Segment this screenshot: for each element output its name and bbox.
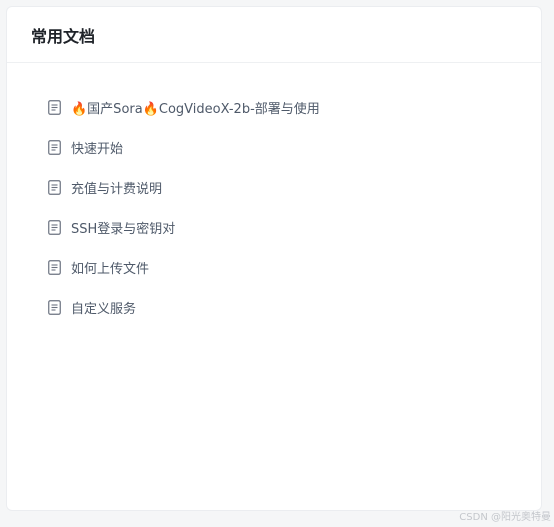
document-icon [48,139,61,155]
panel-title: 常用文档 [31,26,96,46]
doc-item-custom-service[interactable]: 自定义服务 [48,287,320,327]
doc-item-upload[interactable]: 如何上传文件 [48,247,320,287]
document-icon [48,179,61,195]
document-icon [48,299,61,315]
document-icon [48,99,61,115]
panel-header: 常用文档 [7,7,541,63]
doc-item-cogvideox[interactable]: 🔥国产Sora🔥CogVideoX-2b-部署与使用 [48,87,320,127]
doc-link-label[interactable]: 快速开始 [71,138,123,157]
common-docs-panel: 常用文档 🔥国产Sora🔥CogVideoX-2b-部署与使用 快速开始 充值与… [6,6,542,511]
document-icon [48,259,61,275]
doc-item-ssh[interactable]: SSH登录与密钥对 [48,207,320,247]
doc-list: 🔥国产Sora🔥CogVideoX-2b-部署与使用 快速开始 充值与计费说明 [48,87,320,327]
doc-item-quick-start[interactable]: 快速开始 [48,127,320,167]
doc-link-label[interactable]: SSH登录与密钥对 [71,218,175,237]
doc-link-label[interactable]: 自定义服务 [71,298,136,317]
doc-link-label[interactable]: 🔥国产Sora🔥CogVideoX-2b-部署与使用 [71,98,320,117]
doc-item-billing[interactable]: 充值与计费说明 [48,167,320,207]
doc-link-label[interactable]: 如何上传文件 [71,258,149,277]
doc-link-label[interactable]: 充值与计费说明 [71,178,162,197]
document-icon [48,219,61,235]
csdn-watermark: CSDN @阳光奥特曼 [459,512,551,523]
